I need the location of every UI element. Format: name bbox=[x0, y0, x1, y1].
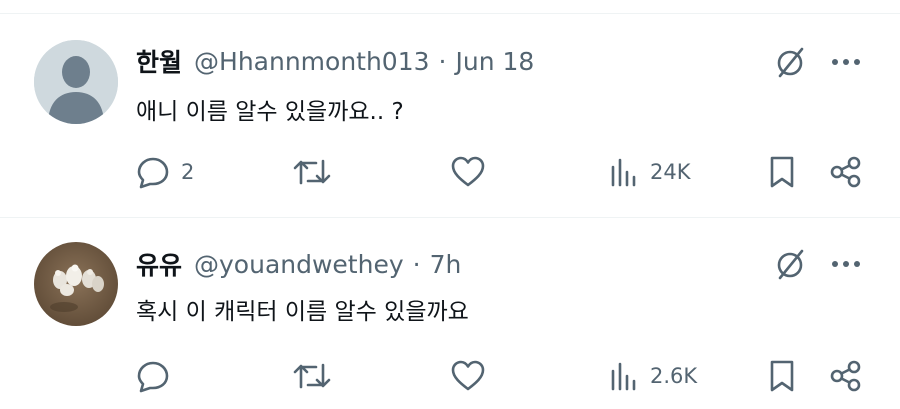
reply-icon bbox=[137, 361, 169, 393]
share-icon bbox=[830, 156, 861, 188]
more-options-button[interactable] bbox=[826, 42, 866, 82]
more-icon bbox=[832, 261, 860, 267]
avatar[interactable] bbox=[34, 40, 118, 124]
analytics-icon bbox=[611, 158, 636, 187]
avatar[interactable] bbox=[34, 242, 118, 326]
tweet-header: 한월 @Hhannmonth013 · Jun 18 bbox=[136, 44, 534, 78]
heart-icon bbox=[451, 360, 485, 391]
share-icon bbox=[830, 360, 861, 392]
more-icon bbox=[832, 59, 860, 65]
separator-dot: · bbox=[412, 249, 421, 279]
view-count: 24K bbox=[650, 160, 691, 184]
grok-button[interactable] bbox=[770, 244, 810, 284]
grok-button[interactable] bbox=[770, 42, 810, 82]
share-button[interactable] bbox=[826, 356, 866, 396]
views-button[interactable]: 24K bbox=[608, 152, 691, 192]
retweet-icon bbox=[293, 363, 331, 389]
reply-button[interactable] bbox=[135, 356, 181, 396]
user-handle[interactable]: @Hhannmonth013 bbox=[194, 47, 430, 76]
reply-count: 2 bbox=[181, 160, 195, 184]
bookmark-icon bbox=[770, 156, 794, 188]
heart-icon bbox=[451, 156, 485, 187]
reply-tweet[interactable]: 한월 @Hhannmonth013 · Jun 18 애니 이름 알수 있을까요… bbox=[0, 14, 900, 216]
default-avatar-icon bbox=[34, 40, 118, 124]
user-handle[interactable]: @youandwethey bbox=[194, 250, 404, 279]
tweet-text: 애니 이름 알수 있을까요.. ? bbox=[136, 99, 404, 125]
like-button[interactable] bbox=[450, 356, 486, 396]
retweet-button[interactable] bbox=[292, 152, 332, 192]
bookmark-icon bbox=[770, 360, 794, 392]
tweet-text: 혹시 이 캐릭터 이름 알수 있을까요 bbox=[136, 299, 469, 325]
tweet-header: 유유 @youandwethey · 7h bbox=[136, 247, 461, 281]
bookmark-button[interactable] bbox=[764, 356, 800, 396]
reply-tweet[interactable]: 유유 @youandwethey · 7h 혹시 이 캐릭터 이름 알수 있을까… bbox=[0, 218, 900, 409]
reply-button[interactable]: 2 bbox=[135, 152, 194, 192]
retweet-button[interactable] bbox=[292, 356, 332, 396]
views-button[interactable]: 2.6K bbox=[608, 356, 697, 396]
view-count: 2.6K bbox=[650, 364, 698, 388]
grok-icon bbox=[777, 249, 804, 280]
grok-icon bbox=[777, 47, 804, 78]
more-options-button[interactable] bbox=[826, 244, 866, 284]
display-name[interactable]: 유유 bbox=[136, 246, 182, 282]
reply-icon bbox=[137, 157, 169, 189]
share-button[interactable] bbox=[826, 152, 866, 192]
photo-avatar-icon bbox=[34, 242, 118, 326]
retweet-icon bbox=[293, 159, 331, 185]
bookmark-button[interactable] bbox=[764, 152, 800, 192]
timestamp[interactable]: 7h bbox=[430, 250, 462, 279]
separator-dot: · bbox=[438, 46, 447, 76]
timestamp[interactable]: Jun 18 bbox=[455, 47, 534, 76]
display-name[interactable]: 한월 bbox=[136, 43, 182, 79]
analytics-icon bbox=[611, 362, 636, 391]
like-button[interactable] bbox=[450, 152, 486, 192]
